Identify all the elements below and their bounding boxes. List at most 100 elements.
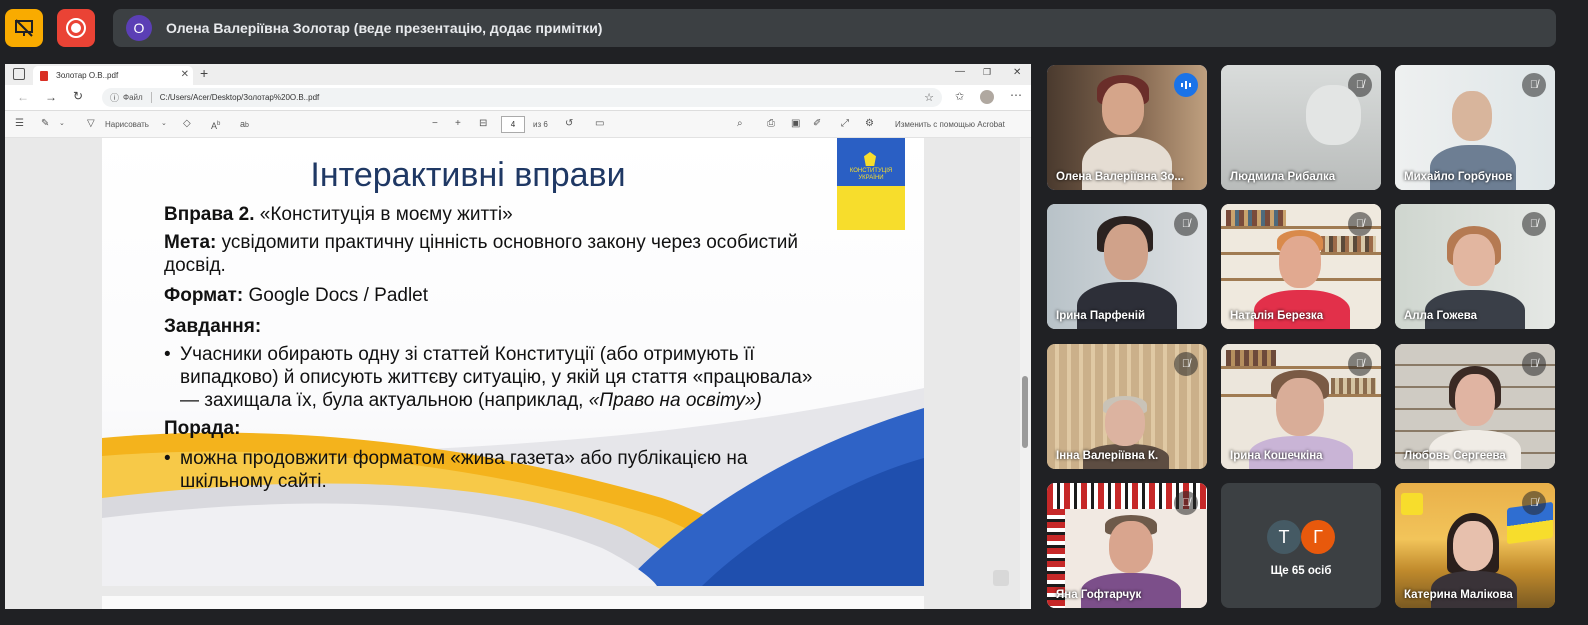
muted-mic: 🎙̸ [1522, 212, 1546, 236]
expand-icon[interactable]: ⤢ [841, 118, 849, 130]
zoom-out-icon[interactable]: − [432, 118, 438, 130]
school-emblem-image [1401, 493, 1423, 515]
participant-name: Алла Гожева [1404, 310, 1478, 322]
speaking-indicator [1174, 73, 1198, 97]
participant-name: Яна Гофтарчук [1056, 589, 1142, 601]
zoom-in-icon[interactable]: + [455, 118, 461, 130]
mic-off-icon: 🎙̸ [1181, 218, 1191, 230]
search-icon[interactable]: ⌕ [737, 118, 743, 130]
edit-with-acrobat-button[interactable]: Изменить с помощью Acrobat [895, 119, 1005, 131]
participant-face [1306, 85, 1361, 145]
presenter-avatar: О [126, 15, 152, 41]
participant-tile[interactable]: 🎙̸ Ірина Парфеній [1047, 204, 1207, 329]
next-page [102, 596, 924, 609]
reload-icon[interactable]: ↻ [73, 89, 83, 103]
participant-tile[interactable]: Олена Валеріївна Зо... [1047, 65, 1207, 190]
acrobat-icon[interactable] [993, 570, 1009, 586]
participant-tile[interactable]: 🎙̸ Людмила Рибалка [1221, 65, 1381, 190]
participant-name: Олена Валеріївна Зо... [1056, 171, 1185, 183]
page-number-input[interactable]: 4 [501, 116, 525, 133]
participant-tile[interactable]: 🎙̸ Михайло Горбунов [1395, 65, 1555, 190]
books [1226, 210, 1286, 226]
draw-dropdown-icon[interactable]: ⌄ [161, 118, 167, 130]
participant-face [1105, 400, 1145, 446]
tab-title: Золотар О.В..pdf [56, 71, 119, 80]
draw-button[interactable]: Нарисовать [105, 119, 149, 131]
pdf-viewer[interactable]: КОНСТИТУЦІЯ УКРАЇНИ Інтерактивні вправи … [5, 138, 1031, 609]
tab-actions-icon[interactable] [13, 68, 25, 80]
format-text: Google Docs / Padlet [248, 285, 429, 306]
participant-tile[interactable]: 🎙̸ Любовь Сергеева [1395, 344, 1555, 469]
more-participants-tile[interactable]: Т Г Ще 65 осіб [1221, 483, 1381, 608]
highlight-dropdown-icon[interactable]: ⌄ [59, 118, 65, 130]
minimize-icon[interactable]: — [955, 66, 965, 77]
participant-name: Любовь Сергеева [1404, 450, 1506, 462]
browser-tab[interactable]: Золотар О.В..pdf ✕ [33, 66, 193, 85]
fit-page-icon[interactable]: ⊟ [479, 118, 487, 130]
scrollbar-thumb[interactable] [1022, 376, 1028, 448]
page-view-icon[interactable]: ▭ [595, 118, 604, 130]
audio-level-icon [1181, 81, 1191, 89]
task-line-1: Учасники обирають одну зі статтей Консти… [180, 344, 755, 365]
maximize-icon[interactable]: ❐ [983, 67, 991, 78]
draw-icon[interactable]: ▽ [87, 118, 95, 130]
close-window-icon[interactable]: ✕ [1013, 67, 1021, 78]
task-line-3: — захищала їх, була актуальною (наприкла… [180, 390, 840, 412]
participant-face [1109, 521, 1153, 573]
participant-face [1279, 236, 1321, 288]
new-tab-icon[interactable]: + [200, 65, 208, 81]
recording-button[interactable] [57, 9, 95, 47]
stop-presenting-button[interactable] [5, 9, 43, 47]
profile-avatar[interactable] [980, 90, 994, 104]
participant-face [1453, 234, 1495, 286]
favorites-icon[interactable]: ✩ [955, 90, 964, 103]
browser-address-bar: ← → ↻ ⓘ Файл C:/Users/Acer/Desktop/Золот… [5, 85, 1031, 111]
task-label: Завдання: [164, 316, 262, 337]
browser-tab-bar: Золотар О.В..pdf ✕ + — ❐ ✕ [5, 64, 1031, 85]
participant-name: Катерина Малікова [1404, 589, 1513, 601]
mic-off-icon: 🎙̸ [1529, 79, 1539, 91]
mic-off-icon: 🎙̸ [1529, 358, 1539, 370]
goal-text-continued: досвід. [164, 255, 226, 276]
participant-tile[interactable]: 🎙̸ Ірина Кошечкіна [1221, 344, 1381, 469]
save-as-icon[interactable]: ✐ [813, 118, 821, 130]
muted-mic: 🎙̸ [1174, 491, 1198, 515]
pdf-file-icon [40, 70, 48, 81]
page-total-label: из 6 [533, 120, 548, 129]
save-icon[interactable]: ▣ [791, 118, 800, 130]
participant-name: Михайло Горбунов [1404, 171, 1513, 183]
read-aloud-icon[interactable]: ab [240, 118, 249, 132]
participant-name: Інна Валеріївна К. [1056, 450, 1159, 462]
settings-icon[interactable]: ⚙ [865, 118, 874, 130]
participant-tile[interactable]: 🎙̸ Алла Гожева [1395, 204, 1555, 329]
rotate-icon[interactable]: ↺ [565, 118, 573, 130]
slide-page: КОНСТИТУЦІЯ УКРАЇНИ Інтерактивні вправи … [102, 138, 924, 586]
contents-icon[interactable]: ☰ [15, 118, 24, 130]
print-icon[interactable]: ⎙ [767, 118, 775, 130]
tip-line-1: можна продовжити форматом «жива газета» … [180, 448, 748, 469]
book-title: КОНСТИТУЦІЯ УКРАЇНИ [849, 168, 893, 181]
muted-mic: 🎙̸ [1522, 352, 1546, 376]
favorite-star-icon[interactable]: ☆ [924, 91, 934, 104]
participant-tile[interactable]: 🎙̸ Катерина Малікова [1395, 483, 1555, 608]
more-menu-icon[interactable]: ⋯ [1010, 88, 1022, 102]
eraser-icon[interactable]: ◇ [183, 118, 191, 130]
back-icon[interactable]: ← [17, 90, 29, 104]
bullet-icon: • [164, 344, 171, 365]
task-line-3-example: «Право на освіту») [588, 390, 762, 411]
mic-off-icon: 🎙̸ [1355, 358, 1365, 370]
participant-tile[interactable]: 🎙̸ Інна Валеріївна К. [1047, 344, 1207, 469]
participant-tile[interactable]: 🎙̸ Яна Гофтарчук [1047, 483, 1207, 608]
participant-name: Наталія Березка [1230, 310, 1324, 322]
address-field[interactable]: ⓘ Файл C:/Users/Acer/Desktop/Золотар%20О… [102, 88, 942, 107]
pdf-scrollbar[interactable] [1020, 138, 1031, 609]
close-tab-icon[interactable]: ✕ [181, 69, 189, 80]
books [1321, 236, 1376, 252]
text-icon[interactable]: Ab [211, 118, 220, 132]
forward-icon[interactable]: → [45, 90, 57, 104]
participant-tile[interactable]: 🎙̸ Наталія Березка [1221, 204, 1381, 329]
highlight-icon[interactable]: ✎ [41, 118, 49, 130]
bullet-icon: • [164, 448, 171, 469]
muted-mic: 🎙̸ [1348, 212, 1372, 236]
mic-off-icon: 🎙̸ [1355, 79, 1365, 91]
